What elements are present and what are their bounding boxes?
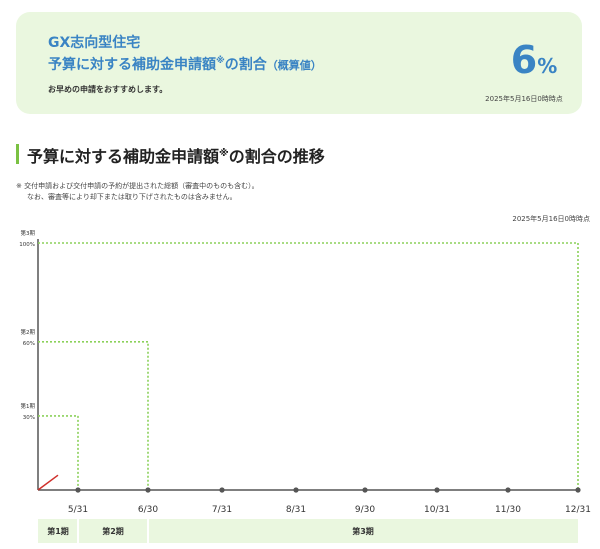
period-label-1: 第1期 [47,526,69,536]
actual-series-line [37,474,59,491]
x-tick-dot-7 [505,487,511,493]
threshold-line-1 [38,415,79,490]
x-tick-dot-1 [75,487,81,493]
period-label-2: 第2期 [102,526,124,536]
x-tick-dot-3 [219,487,225,493]
x-tick-label-2: 6/30 [138,505,158,515]
progress-chart: 第1期 30% 第2期 60% 第3期 100% 5/31 6/30 7/31 8/31 9/30 1… [19,229,591,543]
x-tick-dot-4 [293,487,299,493]
x-tick-label-8: 12/31 [565,505,591,515]
x-tick-dot-6 [434,487,440,493]
x-tick-label-3: 7/31 [212,505,232,515]
x-tick-label-5: 9/30 [355,505,375,515]
threshold-period-label-3: 第3期 [21,229,36,237]
threshold-level-label-1: 30% [23,415,35,421]
threshold-period-label-1: 第1期 [21,402,36,410]
period-label-3: 第3期 [352,526,374,536]
x-tick-label-7: 11/30 [495,505,521,515]
x-tick-label-4: 8/31 [286,505,306,515]
x-tick-label-6: 10/31 [424,505,450,515]
x-tick-dot-8 [575,487,581,493]
threshold-period-label-2: 第2期 [21,328,36,336]
x-tick-label-1: 5/31 [68,505,88,515]
threshold-level-label-2: 60% [23,341,35,347]
x-tick-dot-5 [362,487,368,493]
x-tick-dot-2 [145,487,151,493]
threshold-level-label-3: 100% [19,242,35,248]
threshold-line-3 [38,242,579,490]
